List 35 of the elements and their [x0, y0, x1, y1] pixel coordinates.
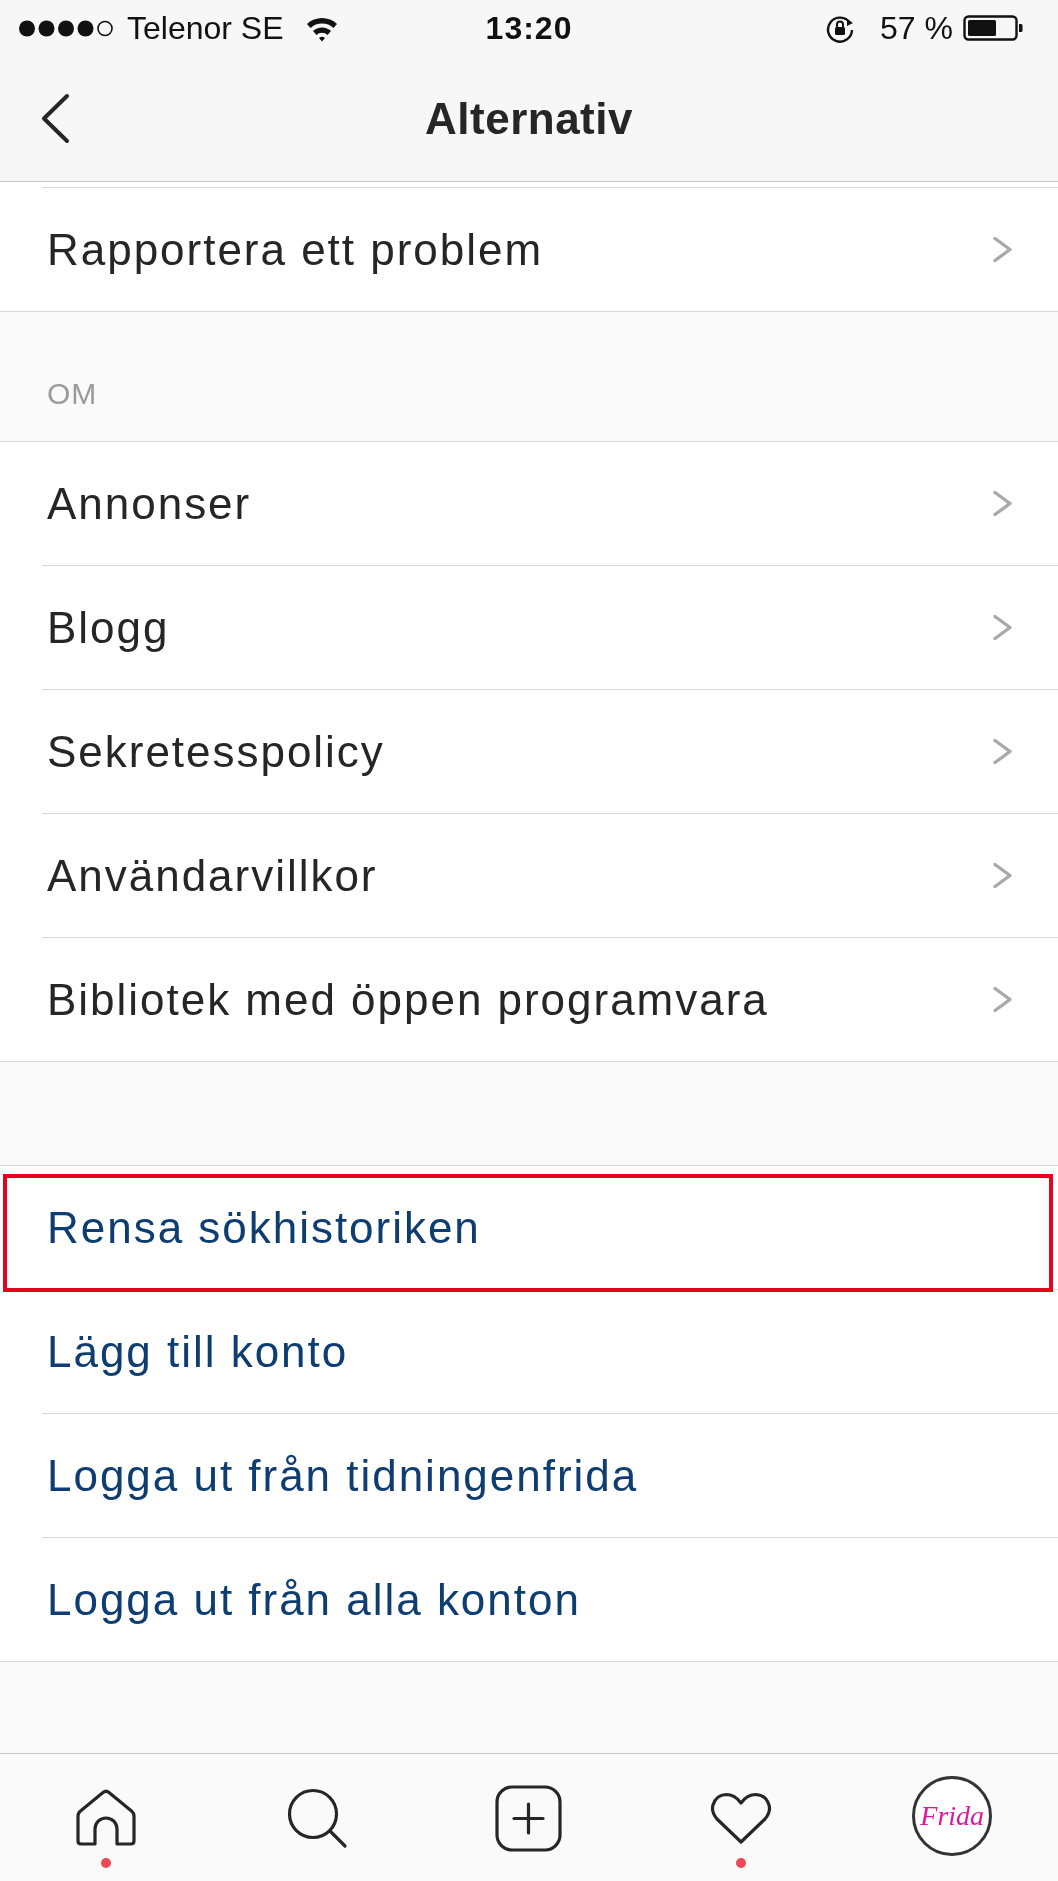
plus-square-icon [495, 1784, 563, 1852]
signal-icon [19, 19, 114, 37]
chevron-left-icon [40, 93, 70, 144]
profile-tab[interactable]: Frida [912, 1776, 993, 1856]
battery-percentage: 57 % [880, 9, 953, 48]
chevron-right-icon [992, 862, 1013, 889]
settings-row[interactable]: Rensa sökhistoriken [0, 1166, 1058, 1289]
home-icon [73, 1789, 138, 1847]
settings-row[interactable]: Användarvillkor [0, 814, 1058, 937]
search-icon [286, 1787, 349, 1849]
settings-row[interactable]: Rapportera ett problem [0, 188, 1058, 311]
chevron-right-icon [992, 490, 1013, 517]
rotation-lock-icon [826, 13, 856, 43]
chevron-right-icon [992, 738, 1013, 765]
activity-tab[interactable] [709, 1791, 772, 1845]
section-header: OM [47, 376, 98, 412]
settings-row[interactable]: Blogg [0, 566, 1058, 689]
battery-icon [963, 15, 1023, 41]
settings-row[interactable]: Logga ut från alla konton [0, 1538, 1058, 1661]
add-tab[interactable] [495, 1784, 563, 1852]
search-tab[interactable] [286, 1787, 349, 1849]
settings-row[interactable]: Bibliotek med öppen programvara [0, 938, 1058, 1061]
carrier-name: Telenor SE [127, 9, 284, 48]
settings-row[interactable]: Sekretesspolicy [0, 690, 1058, 813]
settings-row[interactable]: Annonser [0, 442, 1058, 565]
page-title: Alternativ [425, 92, 633, 145]
chevron-right-icon [992, 614, 1013, 641]
heart-icon [709, 1791, 772, 1845]
clock-time: 13:20 [485, 9, 573, 48]
settings-row[interactable]: Lägg till konto [0, 1290, 1058, 1413]
chevron-right-icon [992, 986, 1013, 1013]
chevron-right-icon [992, 236, 1013, 263]
back-button[interactable] [40, 93, 70, 144]
settings-row[interactable]: Logga ut från tidningenfrida [0, 1414, 1058, 1537]
home-tab[interactable] [73, 1789, 138, 1847]
